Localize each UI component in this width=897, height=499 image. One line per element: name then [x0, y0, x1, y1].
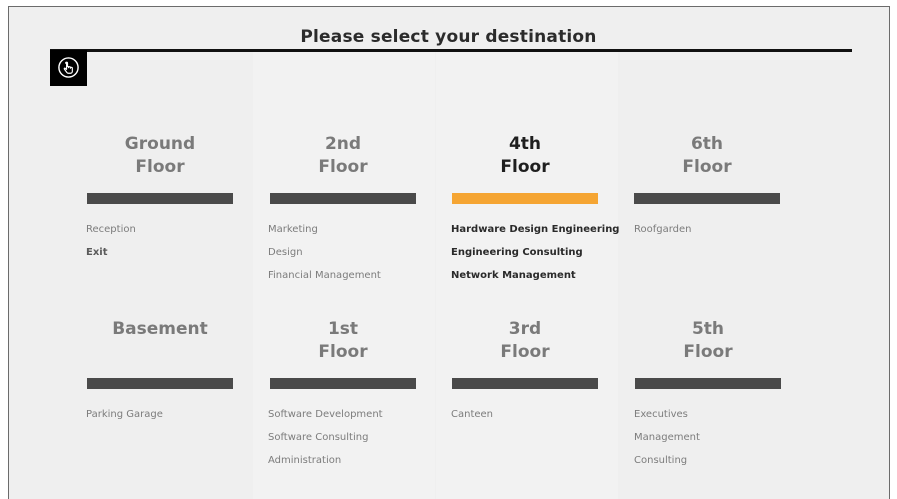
- department-list: Executives Management Consulting: [634, 408, 700, 477]
- floor-label: Ground Floor: [87, 133, 233, 179]
- department-item[interactable]: Reception: [86, 223, 136, 246]
- department-item[interactable]: Management: [634, 431, 700, 454]
- department-item[interactable]: Financial Management: [268, 269, 381, 292]
- floor-4th[interactable]: 4th Floor Hardware Design Engineering En…: [451, 133, 634, 283]
- floor-label: 1st Floor: [270, 318, 416, 364]
- floor-label-line1: 2nd: [324, 134, 362, 154]
- floor-bar: [87, 378, 233, 389]
- floor-label-line2: Floor: [683, 342, 733, 362]
- floor-basement[interactable]: Basement Parking Garage: [86, 318, 269, 438]
- floor-bar: [270, 193, 416, 204]
- floor-label-line1: 1st: [327, 319, 359, 339]
- department-list: Roofgarden: [634, 223, 692, 246]
- department-item[interactable]: Software Development: [268, 408, 383, 431]
- floor-label-line1: Ground: [124, 134, 196, 154]
- floor-label-line2: Floor: [318, 157, 368, 177]
- page-title: Please select your destination: [300, 27, 597, 47]
- department-item[interactable]: Canteen: [451, 408, 493, 431]
- department-item[interactable]: Hardware Design Engineering: [451, 223, 619, 246]
- department-item[interactable]: Consulting: [634, 454, 700, 477]
- title-divider: [50, 49, 852, 52]
- department-item[interactable]: Roofgarden: [634, 223, 692, 246]
- floor-bar: [270, 378, 416, 389]
- floor-3rd[interactable]: 3rd Floor Canteen: [451, 318, 634, 438]
- department-list: Hardware Design Engineering Engineering …: [451, 223, 619, 292]
- floor-label-line1: Basement: [112, 319, 208, 339]
- department-list: Parking Garage: [86, 408, 163, 431]
- floor-label-line2: Floor: [135, 157, 185, 177]
- floor-label-line2: Floor: [500, 342, 550, 362]
- floor-label: 4th Floor: [452, 133, 598, 179]
- floor-1st[interactable]: 1st Floor Software Development Software …: [268, 318, 452, 478]
- floor-label: Basement: [87, 318, 233, 341]
- department-item[interactable]: Exit: [86, 246, 136, 269]
- floor-2nd[interactable]: 2nd Floor Marketing Design Financial Man…: [268, 133, 452, 283]
- department-list: Reception Exit: [86, 223, 136, 269]
- touch-hand-icon: [58, 57, 79, 78]
- department-item[interactable]: Engineering Consulting: [451, 246, 619, 269]
- floor-bar: [634, 193, 780, 204]
- department-list: Software Development Software Consulting…: [268, 408, 383, 477]
- floor-6th[interactable]: 6th Floor Roofgarden: [634, 133, 816, 273]
- floor-ground[interactable]: Ground Floor Reception Exit: [86, 133, 269, 273]
- floor-label-line1: 3rd: [508, 319, 542, 339]
- floor-label-line1: 5th: [691, 319, 725, 339]
- floor-label: 2nd Floor: [270, 133, 416, 179]
- floor-bar: [635, 378, 781, 389]
- department-item[interactable]: Executives: [634, 408, 700, 431]
- floor-bar-selected: [452, 193, 598, 204]
- department-list: Canteen: [451, 408, 493, 431]
- floor-5th[interactable]: 5th Floor Executives Management Consulti…: [634, 318, 817, 478]
- floor-label-line1: 4th: [508, 134, 542, 154]
- floor-bar: [87, 193, 233, 204]
- floor-label-line2: Floor: [318, 342, 368, 362]
- department-item[interactable]: Design: [268, 246, 381, 269]
- department-list: Marketing Design Financial Management: [268, 223, 381, 292]
- department-item[interactable]: Marketing: [268, 223, 381, 246]
- floor-label-line2: Floor: [500, 157, 550, 177]
- floor-label: 3rd Floor: [452, 318, 598, 364]
- floor-label-line2: Floor: [682, 157, 732, 177]
- department-item[interactable]: Parking Garage: [86, 408, 163, 431]
- floor-label: 6th Floor: [634, 133, 780, 179]
- department-item[interactable]: Software Consulting: [268, 431, 383, 454]
- floor-label: 5th Floor: [635, 318, 781, 364]
- floor-bar: [452, 378, 598, 389]
- department-item[interactable]: Network Management: [451, 269, 619, 292]
- touch-button[interactable]: [50, 50, 87, 86]
- department-item[interactable]: Administration: [268, 454, 383, 477]
- floor-label-line1: 6th: [690, 134, 724, 154]
